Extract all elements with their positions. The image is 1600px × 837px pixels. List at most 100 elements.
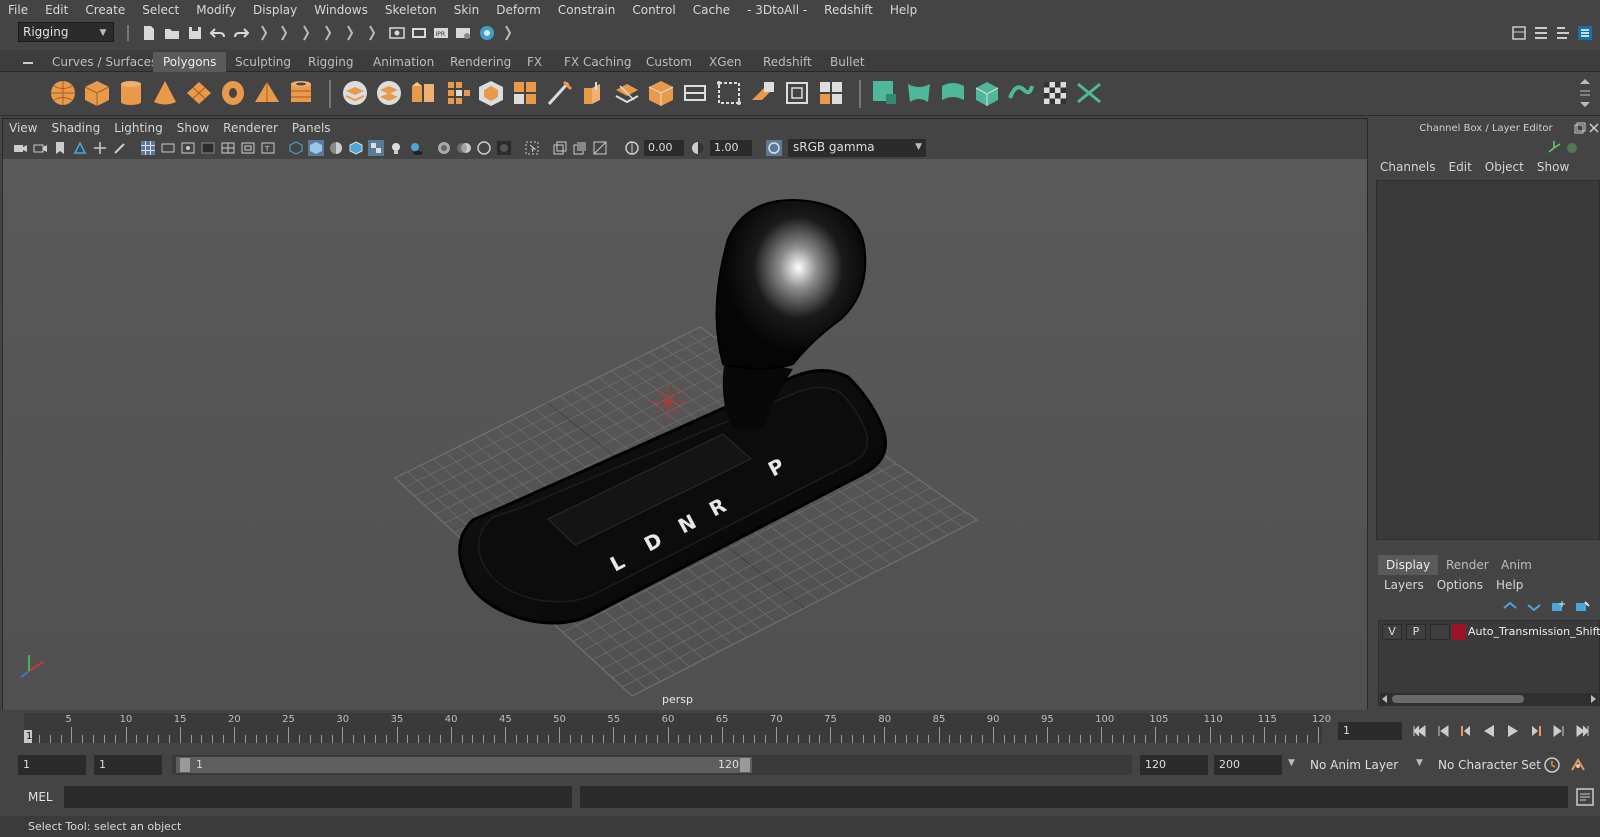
layer-menu-help[interactable]: Help — [1496, 578, 1523, 592]
viewport-menu-renderer[interactable]: Renderer — [216, 121, 285, 135]
poly-pyramid-icon[interactable] — [252, 78, 282, 108]
redo-icon[interactable] — [232, 24, 250, 42]
menu-deform[interactable]: Deform — [488, 3, 550, 17]
step-forward-frame-icon[interactable] — [1528, 722, 1546, 740]
menu-3dtoall[interactable]: - 3DtoAll - — [739, 3, 816, 17]
bridge-icon[interactable] — [442, 78, 472, 108]
render-settings-icon[interactable] — [454, 24, 472, 42]
scroll-right-icon[interactable] — [1588, 694, 1598, 704]
viewport-menu-show[interactable]: Show — [170, 121, 216, 135]
anim-layer-dropdown[interactable]: No Anim Layer — [1306, 755, 1420, 775]
gate-mask-icon[interactable] — [200, 140, 216, 156]
select-camera-icon[interactable] — [12, 140, 28, 156]
resolution-gate-icon[interactable] — [180, 140, 196, 156]
tab-render-layers[interactable]: Render — [1438, 555, 1497, 575]
open-scene-icon[interactable] — [163, 24, 181, 42]
menu-skin[interactable]: Skin — [446, 3, 489, 17]
tab-fx-caching[interactable]: FX Caching — [554, 52, 641, 72]
tab-custom[interactable]: Custom — [636, 52, 702, 72]
xray-components-icon[interactable] — [592, 140, 608, 156]
layer-list-scrollbar[interactable] — [1380, 693, 1598, 705]
uv-cube-icon[interactable] — [972, 78, 1002, 108]
scrollbar-thumb[interactable] — [1392, 695, 1524, 703]
uv-editor-icon[interactable] — [748, 78, 778, 108]
automatic-uv-icon[interactable] — [714, 78, 744, 108]
character-set-dropdown[interactable]: No Character Set — [1434, 755, 1541, 775]
screen-space-ao-icon[interactable] — [436, 140, 452, 156]
combine-icon[interactable] — [340, 78, 370, 108]
go-to-end-icon[interactable] — [1574, 722, 1592, 740]
render-view-icon[interactable] — [388, 24, 406, 42]
target-weld-icon[interactable] — [578, 78, 608, 108]
chevron-down-icon[interactable]: ▼ — [1288, 758, 1295, 768]
image-plane-icon[interactable] — [72, 140, 88, 156]
snap-view-icon[interactable] — [364, 24, 382, 42]
gamma-icon[interactable] — [690, 140, 706, 156]
command-language-toggle[interactable]: MEL — [28, 790, 53, 804]
color-management-icon[interactable] — [766, 140, 782, 156]
menu-create[interactable]: Create — [77, 3, 134, 17]
play-forwards-icon[interactable] — [1504, 722, 1522, 740]
layer-display-type-toggle[interactable] — [1430, 624, 1450, 640]
layer-visibility-toggle[interactable]: V — [1382, 624, 1402, 640]
script-editor-icon[interactable] — [1574, 786, 1596, 808]
menu-help[interactable]: Help — [882, 3, 926, 17]
tab-rendering[interactable]: Rendering — [440, 52, 521, 72]
poly-torus-icon[interactable] — [218, 78, 248, 108]
safe-title-icon[interactable]: T — [260, 140, 276, 156]
command-input[interactable] — [64, 786, 572, 808]
bevel-icon[interactable] — [476, 78, 506, 108]
2d-pan-zoom-icon[interactable] — [92, 140, 108, 156]
menu-file[interactable]: File — [0, 3, 37, 17]
play-backwards-icon[interactable] — [1480, 722, 1498, 740]
tab-bullet[interactable]: Bullet — [820, 52, 875, 72]
gamma-field[interactable]: 1.00 — [710, 140, 752, 156]
chevron-down-icon[interactable]: ▼ — [1416, 758, 1423, 768]
poly-cylinder-icon[interactable] — [116, 78, 146, 108]
use-default-material-icon[interactable] — [328, 140, 344, 156]
snap-grid-icon[interactable] — [298, 24, 316, 42]
use-all-lights-icon[interactable] — [388, 140, 404, 156]
wireframe-on-shaded-icon[interactable] — [348, 140, 364, 156]
xray-icon[interactable] — [552, 140, 568, 156]
range-slider-bar[interactable] — [176, 757, 752, 773]
uv-layout-icon[interactable] — [870, 78, 900, 108]
new-layer-icon[interactable] — [1550, 600, 1566, 614]
viewport-menu-view[interactable]: View — [2, 121, 44, 135]
poly-plane-icon[interactable] — [184, 78, 214, 108]
depth-of-field-icon[interactable] — [496, 140, 512, 156]
film-gate-icon[interactable] — [160, 140, 176, 156]
layer-playback-toggle[interactable]: P — [1406, 624, 1426, 640]
isolate-select-icon[interactable] — [524, 140, 540, 156]
new-layer-selected-icon[interactable] — [1574, 600, 1590, 614]
anti-aliasing-icon[interactable] — [476, 140, 492, 156]
select-by-hierarchy-icon[interactable] — [256, 24, 274, 42]
quad-draw-icon[interactable] — [612, 78, 642, 108]
bounding-box-icon[interactable] — [782, 78, 812, 108]
menu-skeleton[interactable]: Skeleton — [377, 3, 446, 17]
exposure-field[interactable]: 0.00 — [644, 140, 684, 156]
channel-menu-edit[interactable]: Edit — [1449, 160, 1472, 174]
poly-sphere-icon[interactable] — [48, 78, 78, 108]
viewport-menu-panels[interactable]: Panels — [285, 121, 338, 135]
step-back-key-icon[interactable] — [1434, 722, 1452, 740]
menuset-dropdown[interactable]: Rigging ▼ — [18, 22, 114, 42]
grease-pencil-icon[interactable] — [112, 140, 128, 156]
animation-preferences-icon[interactable] — [1568, 756, 1588, 774]
shelf-scroll-icon[interactable] — [1578, 76, 1592, 110]
perspective-viewport[interactable]: P R N D L — [3, 159, 1367, 710]
poly-pipe-icon[interactable] — [286, 78, 316, 108]
tab-redshift[interactable]: Redshift — [753, 52, 822, 72]
step-forward-key-icon[interactable] — [1550, 722, 1568, 740]
tab-xgen[interactable]: XGen — [699, 52, 752, 72]
select-by-object-icon[interactable] — [276, 24, 294, 42]
menu-control[interactable]: Control — [624, 3, 684, 17]
multi-cut-icon[interactable] — [544, 78, 574, 108]
xray-joints-icon[interactable] — [572, 140, 588, 156]
tool-settings-icon[interactable] — [1554, 24, 1572, 42]
render-frame-icon[interactable] — [410, 24, 428, 42]
tab-polygons[interactable]: Polygons — [153, 52, 227, 72]
tab-sculpting[interactable]: Sculpting — [225, 52, 301, 72]
tab-rigging[interactable]: Rigging — [298, 52, 363, 72]
range-end-handle[interactable] — [740, 758, 750, 772]
